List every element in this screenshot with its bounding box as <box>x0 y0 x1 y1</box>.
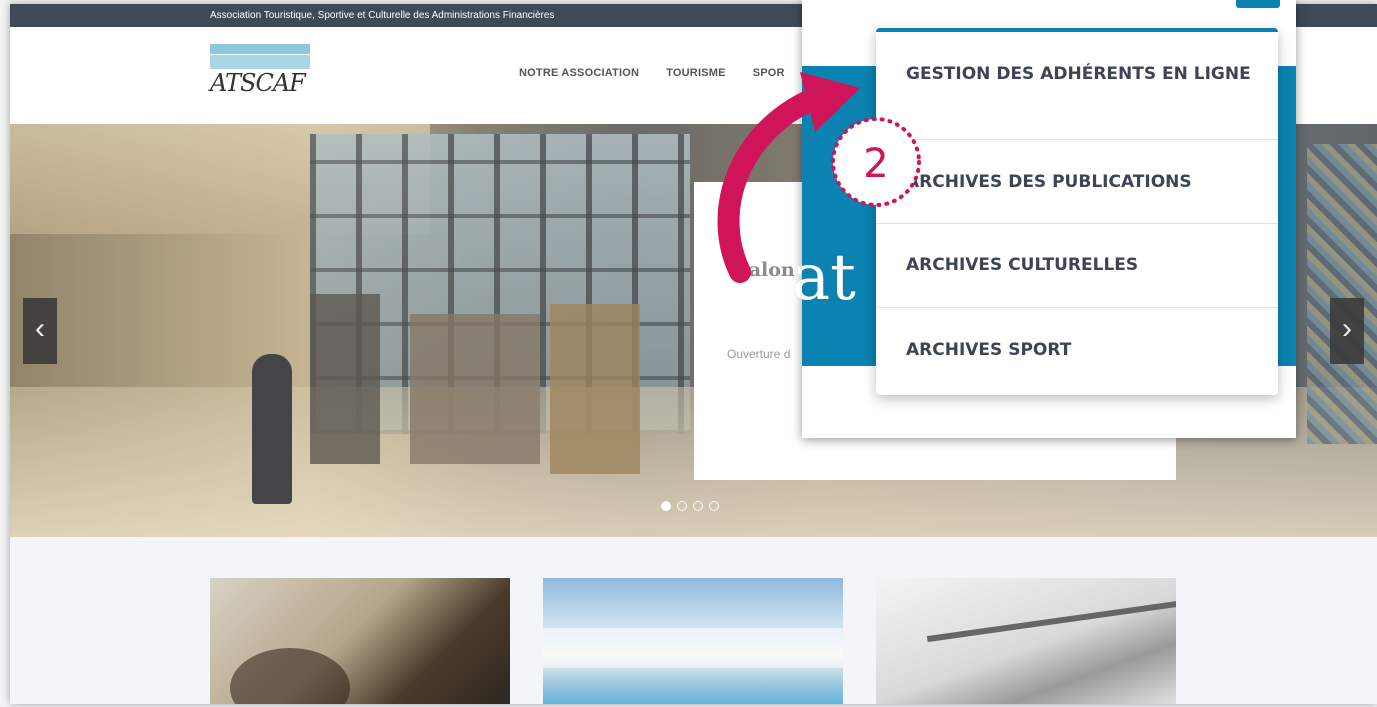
card-image-shape <box>230 648 350 704</box>
zoom-top-button[interactable] <box>1236 0 1280 8</box>
step-annotation: 2 <box>717 72 921 283</box>
nav-item-notre-association[interactable]: NOTRE ASSOCIATION <box>519 67 639 79</box>
logo-text: ATSCAF <box>210 69 306 97</box>
featured-cards <box>10 537 1377 704</box>
menu-item-archives-sport[interactable]: ARCHIVES SPORT <box>876 308 1278 392</box>
slider-dot[interactable] <box>661 501 671 511</box>
step-number: 2 <box>863 141 888 187</box>
slider-dot[interactable] <box>677 501 687 511</box>
card-image-shape <box>543 628 843 668</box>
logo[interactable]: ATSCAF <box>210 44 312 104</box>
card-image-shape <box>926 599 1176 643</box>
card-culture[interactable] <box>210 578 510 704</box>
chevron-right-icon: › <box>1342 312 1352 345</box>
chevron-left-icon: ‹ <box>35 312 45 345</box>
slide-text: Ouverture d <box>727 347 791 361</box>
card-tourisme[interactable] <box>543 578 843 704</box>
logo-stripe <box>210 55 310 69</box>
association-full-name: Association Touristique, Sportive et Cul… <box>210 10 555 21</box>
slider-dots <box>661 501 719 511</box>
slider-prev-button[interactable]: ‹ <box>23 298 57 364</box>
slider-dot[interactable] <box>693 501 703 511</box>
card-sport[interactable] <box>876 578 1176 704</box>
slider-dot[interactable] <box>709 501 719 511</box>
arrow-head-icon <box>800 72 860 132</box>
slider-next-button[interactable]: › <box>1330 298 1364 364</box>
logo-stripe <box>210 44 310 54</box>
curved-arrow-icon <box>717 87 826 283</box>
